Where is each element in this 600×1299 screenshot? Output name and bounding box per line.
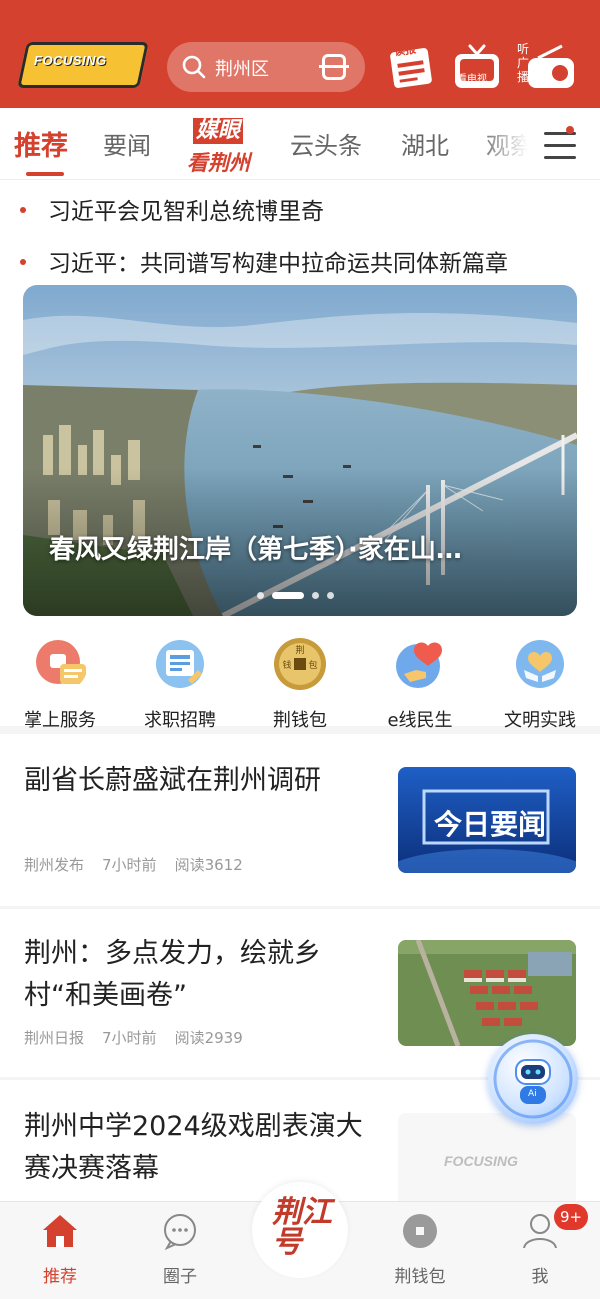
service-civilization[interactable]: 文明实践 (480, 628, 600, 732)
heart-hand-icon (396, 642, 442, 688)
carousel-dot (327, 592, 334, 599)
center-logo-text: 荆江号 (272, 1195, 332, 1260)
ai-label: Ai (528, 1089, 537, 1099)
carousel-dot (312, 592, 319, 599)
search-placeholder: 荆州区 (215, 59, 269, 80)
carousel-indicator (257, 585, 342, 604)
service-label: 文明实践 (504, 710, 576, 731)
thumbnail-logo-text: FOCUSING (444, 1153, 518, 1169)
news-item[interactable]: 副省长蔚盛斌在荆州调研 荆州发布 7小时前 阅读3612 今日要闻 (0, 742, 600, 906)
banner-title: 春风又绿荆江岸（第七季）·家在山… (49, 535, 462, 565)
village-aerial-thumbnail (398, 940, 576, 1046)
headline-text: 习近平会见智利总统博里奇 (48, 199, 324, 225)
tab-fade-overlay (478, 108, 540, 179)
nav-label: 我 (531, 1267, 549, 1287)
search-icon (182, 55, 206, 79)
service-jobs[interactable]: 求职招聘 (120, 628, 240, 732)
news-title: 副省长蔚盛斌在荆州调研 (24, 765, 321, 796)
nav-recommend[interactable]: 推荐 (0, 1210, 120, 1287)
scan-icon[interactable] (319, 54, 349, 80)
tab-news[interactable]: 要闻 (103, 126, 151, 161)
tab-hubei[interactable]: 湖北 (401, 126, 449, 161)
headline-item[interactable]: 习近平会见智利总统博里奇 (20, 192, 324, 226)
svg-text:包: 包 (308, 659, 317, 671)
service-label: 掌上服务 (24, 710, 96, 731)
carousel-dot-active (272, 592, 304, 599)
news-source: 荆州发布 (24, 856, 85, 874)
logo-text: FOCUSING (34, 53, 107, 68)
chat-bubble-icon (164, 1214, 196, 1251)
tab-media-eye[interactable]: 媒眼 看荆州 (185, 114, 253, 178)
channel-tabs: 推荐 要闻 媒眼 看荆州 云头条 湖北 观察 (0, 108, 600, 180)
nav-label: 圈子 (163, 1267, 197, 1287)
bullet-icon (20, 206, 26, 213)
news-thumbnail: FOCUSING (398, 1113, 576, 1201)
tab-media-eye-line2: 看荆州 (187, 151, 250, 175)
nav-label: 推荐 (43, 1267, 77, 1287)
news-title: 荆州：多点发力，绘就乡村“和美画卷” (24, 938, 321, 1011)
service-label: e线民生 (387, 710, 453, 731)
read-newspaper-label: 读报 (393, 42, 417, 59)
coin-icon (403, 1214, 437, 1248)
service-label: 求职招聘 (144, 710, 216, 731)
quick-services: 掌上服务 求职招聘 荆 钱 包 荆钱包 e线民生 文明实践 (0, 628, 600, 734)
coin-wallet-icon: 荆 钱 包 (274, 638, 326, 690)
hands-heart-icon (516, 640, 564, 688)
bottom-navigation: 推荐 圈子 荆江号 荆钱包 我 (0, 1182, 600, 1299)
tab-media-eye-line1: 媒眼 (193, 118, 244, 144)
news-title: 荆州中学2024级戏剧表演大赛决赛落幕 (24, 1111, 363, 1184)
bullet-icon (20, 258, 26, 265)
watch-tv-label: 看电视 (457, 74, 487, 85)
news-thumbnail: 今日要闻 (398, 767, 576, 873)
chat-service-icon (36, 640, 86, 684)
service-wallet[interactable]: 荆 钱 包 荆钱包 (240, 628, 360, 732)
notification-dot (566, 126, 574, 134)
tab-recommend[interactable]: 推荐 (14, 124, 68, 163)
service-livelihood[interactable]: e线民生 (360, 628, 480, 732)
service-label: 荆钱包 (273, 710, 327, 731)
svg-text:钱: 钱 (282, 659, 291, 671)
robot-icon (493, 1039, 573, 1119)
job-board-icon (156, 640, 204, 688)
tab-cloud-headline[interactable]: 云头条 (290, 126, 362, 161)
news-source: 荆州日报 (24, 1029, 85, 1047)
listen-radio-label: 听广播 (517, 42, 530, 84)
notification-badge: 9+ (554, 1204, 589, 1230)
top-header: FOCUSING 荆州区 读报 看电视 听广播 (0, 0, 600, 108)
active-tab-indicator (26, 172, 64, 176)
news-time: 7小时前 (102, 1029, 157, 1047)
nav-jingjiang-center[interactable]: 荆江号 (252, 1182, 348, 1278)
news-meta: 荆州发布 7小时前 阅读3612 (24, 854, 261, 875)
news-reads: 阅读2939 (174, 1029, 243, 1047)
news-time: 7小时前 (102, 856, 157, 874)
service-handheld[interactable]: 掌上服务 (0, 628, 120, 732)
nav-label: 荆钱包 (394, 1267, 446, 1287)
news-thumbnail (398, 940, 576, 1046)
nav-circle[interactable]: 圈子 (120, 1210, 240, 1287)
ai-assistant-button[interactable]: Ai (488, 1034, 578, 1124)
news-meta: 荆州日报 7小时前 阅读2939 (24, 1027, 261, 1048)
carousel-dot (257, 592, 264, 599)
thumbnail-text: 今日要闻 (434, 808, 547, 841)
headline-text: 习近平：共同谱写构建中拉命运共同体新篇章 (48, 251, 508, 277)
home-icon (43, 1215, 77, 1247)
banner-photo (23, 285, 577, 616)
hero-banner[interactable]: 春风又绿荆江岸（第七季）·家在山… (23, 285, 577, 616)
svg-text:荆: 荆 (295, 644, 304, 656)
news-reads: 阅读3612 (174, 856, 243, 874)
headline-item[interactable]: 习近平：共同谱写构建中拉命运共同体新篇章 (20, 244, 508, 278)
nav-wallet[interactable]: 荆钱包 (360, 1210, 480, 1287)
